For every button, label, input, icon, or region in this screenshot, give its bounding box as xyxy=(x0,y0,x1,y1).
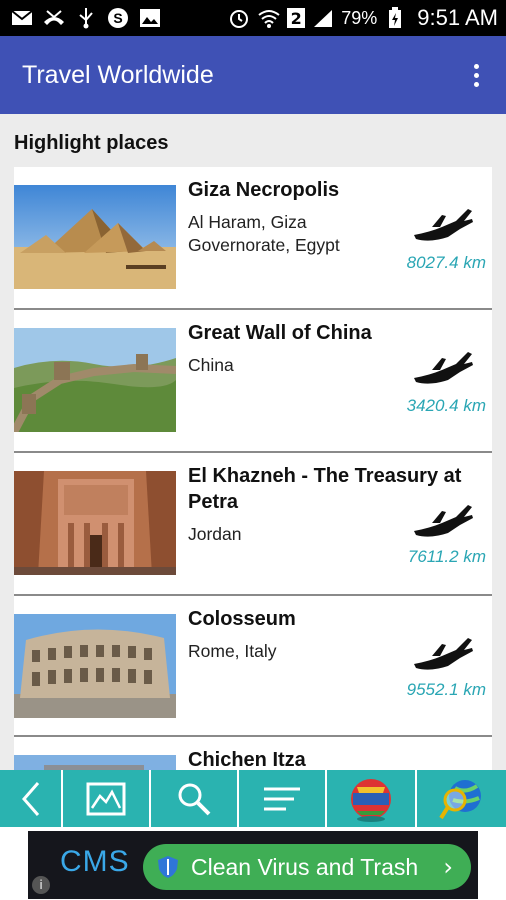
wifi-icon xyxy=(257,7,281,29)
airplane-icon xyxy=(412,501,474,541)
section-title: Highlight places xyxy=(14,132,169,154)
ad-info-icon[interactable]: i xyxy=(32,876,50,894)
email-icon xyxy=(10,7,34,29)
more-options-icon[interactable] xyxy=(454,53,498,97)
airplane-icon xyxy=(412,348,474,388)
alarm-icon xyxy=(227,7,251,29)
distance-label: 7611.2 km xyxy=(407,547,486,566)
globe-search-icon[interactable] xyxy=(417,770,506,827)
menu-icon[interactable] xyxy=(239,770,327,827)
signal-icon xyxy=(311,7,335,29)
ad-clean-button[interactable]: Clean Virus and Trash › xyxy=(143,844,471,890)
place-thumbnail-petra xyxy=(14,471,176,575)
sim-badge: 2 xyxy=(287,8,306,28)
gallery-icon xyxy=(138,7,162,29)
place-name[interactable]: Colosseum xyxy=(188,606,488,632)
place-location: Al Haram, Giza Governorate, Egypt xyxy=(188,212,340,255)
bottom-toolbar xyxy=(0,770,506,827)
airplane-icon xyxy=(412,205,474,245)
place-name[interactable]: Giza Necropolis xyxy=(188,177,488,203)
world-flags-icon[interactable] xyxy=(327,770,417,827)
distance-label: 8027.4 km xyxy=(406,253,486,272)
back-icon[interactable] xyxy=(0,770,63,827)
place-card[interactable]: Colosseum Rome, Italy 9552.1 km xyxy=(14,596,492,737)
airplane-icon xyxy=(412,634,474,674)
distance-label: 3420.4 km xyxy=(406,396,486,415)
ad-button-label: Clean Virus and Trash xyxy=(191,853,419,880)
map-icon[interactable] xyxy=(63,770,151,827)
place-location: Jordan xyxy=(188,524,242,544)
missed-call-icon xyxy=(42,7,66,29)
app-title: Travel Worldwide xyxy=(22,60,214,89)
place-thumbnail-great-wall xyxy=(14,328,176,432)
status-bar: S 2 79% 9:51 AM xyxy=(0,0,506,36)
place-card[interactable]: Giza Necropolis Al Haram, Giza Governora… xyxy=(14,167,492,310)
place-name[interactable]: Great Wall of China xyxy=(188,320,488,346)
search-icon[interactable] xyxy=(151,770,239,827)
place-card[interactable]: Great Wall of China China 3420.4 km xyxy=(14,310,492,453)
place-location: China xyxy=(188,355,234,375)
ad-brand: CMS xyxy=(60,845,130,878)
ad-banner[interactable]: CMS Clean Virus and Trash › i xyxy=(0,827,506,900)
shield-icon xyxy=(157,855,179,879)
battery-percent: 79% xyxy=(341,7,378,28)
place-thumbnail-giza xyxy=(14,185,176,289)
chevron-right-icon: › xyxy=(443,853,453,881)
battery-charging-icon xyxy=(383,7,407,29)
place-card[interactable]: El Khazneh - The Treasury at Petra Jorda… xyxy=(14,453,492,596)
usb-icon xyxy=(74,7,98,29)
skype-icon: S xyxy=(106,7,130,29)
clock: 9:51 AM xyxy=(417,5,498,30)
place-thumbnail-colosseum xyxy=(14,614,176,718)
distance-label: 9552.1 km xyxy=(406,680,486,699)
svg-text:S: S xyxy=(113,10,122,26)
app-bar: Travel Worldwide xyxy=(0,36,506,114)
place-location: Rome, Italy xyxy=(188,641,277,661)
ad-content[interactable]: CMS Clean Virus and Trash › xyxy=(28,831,478,899)
